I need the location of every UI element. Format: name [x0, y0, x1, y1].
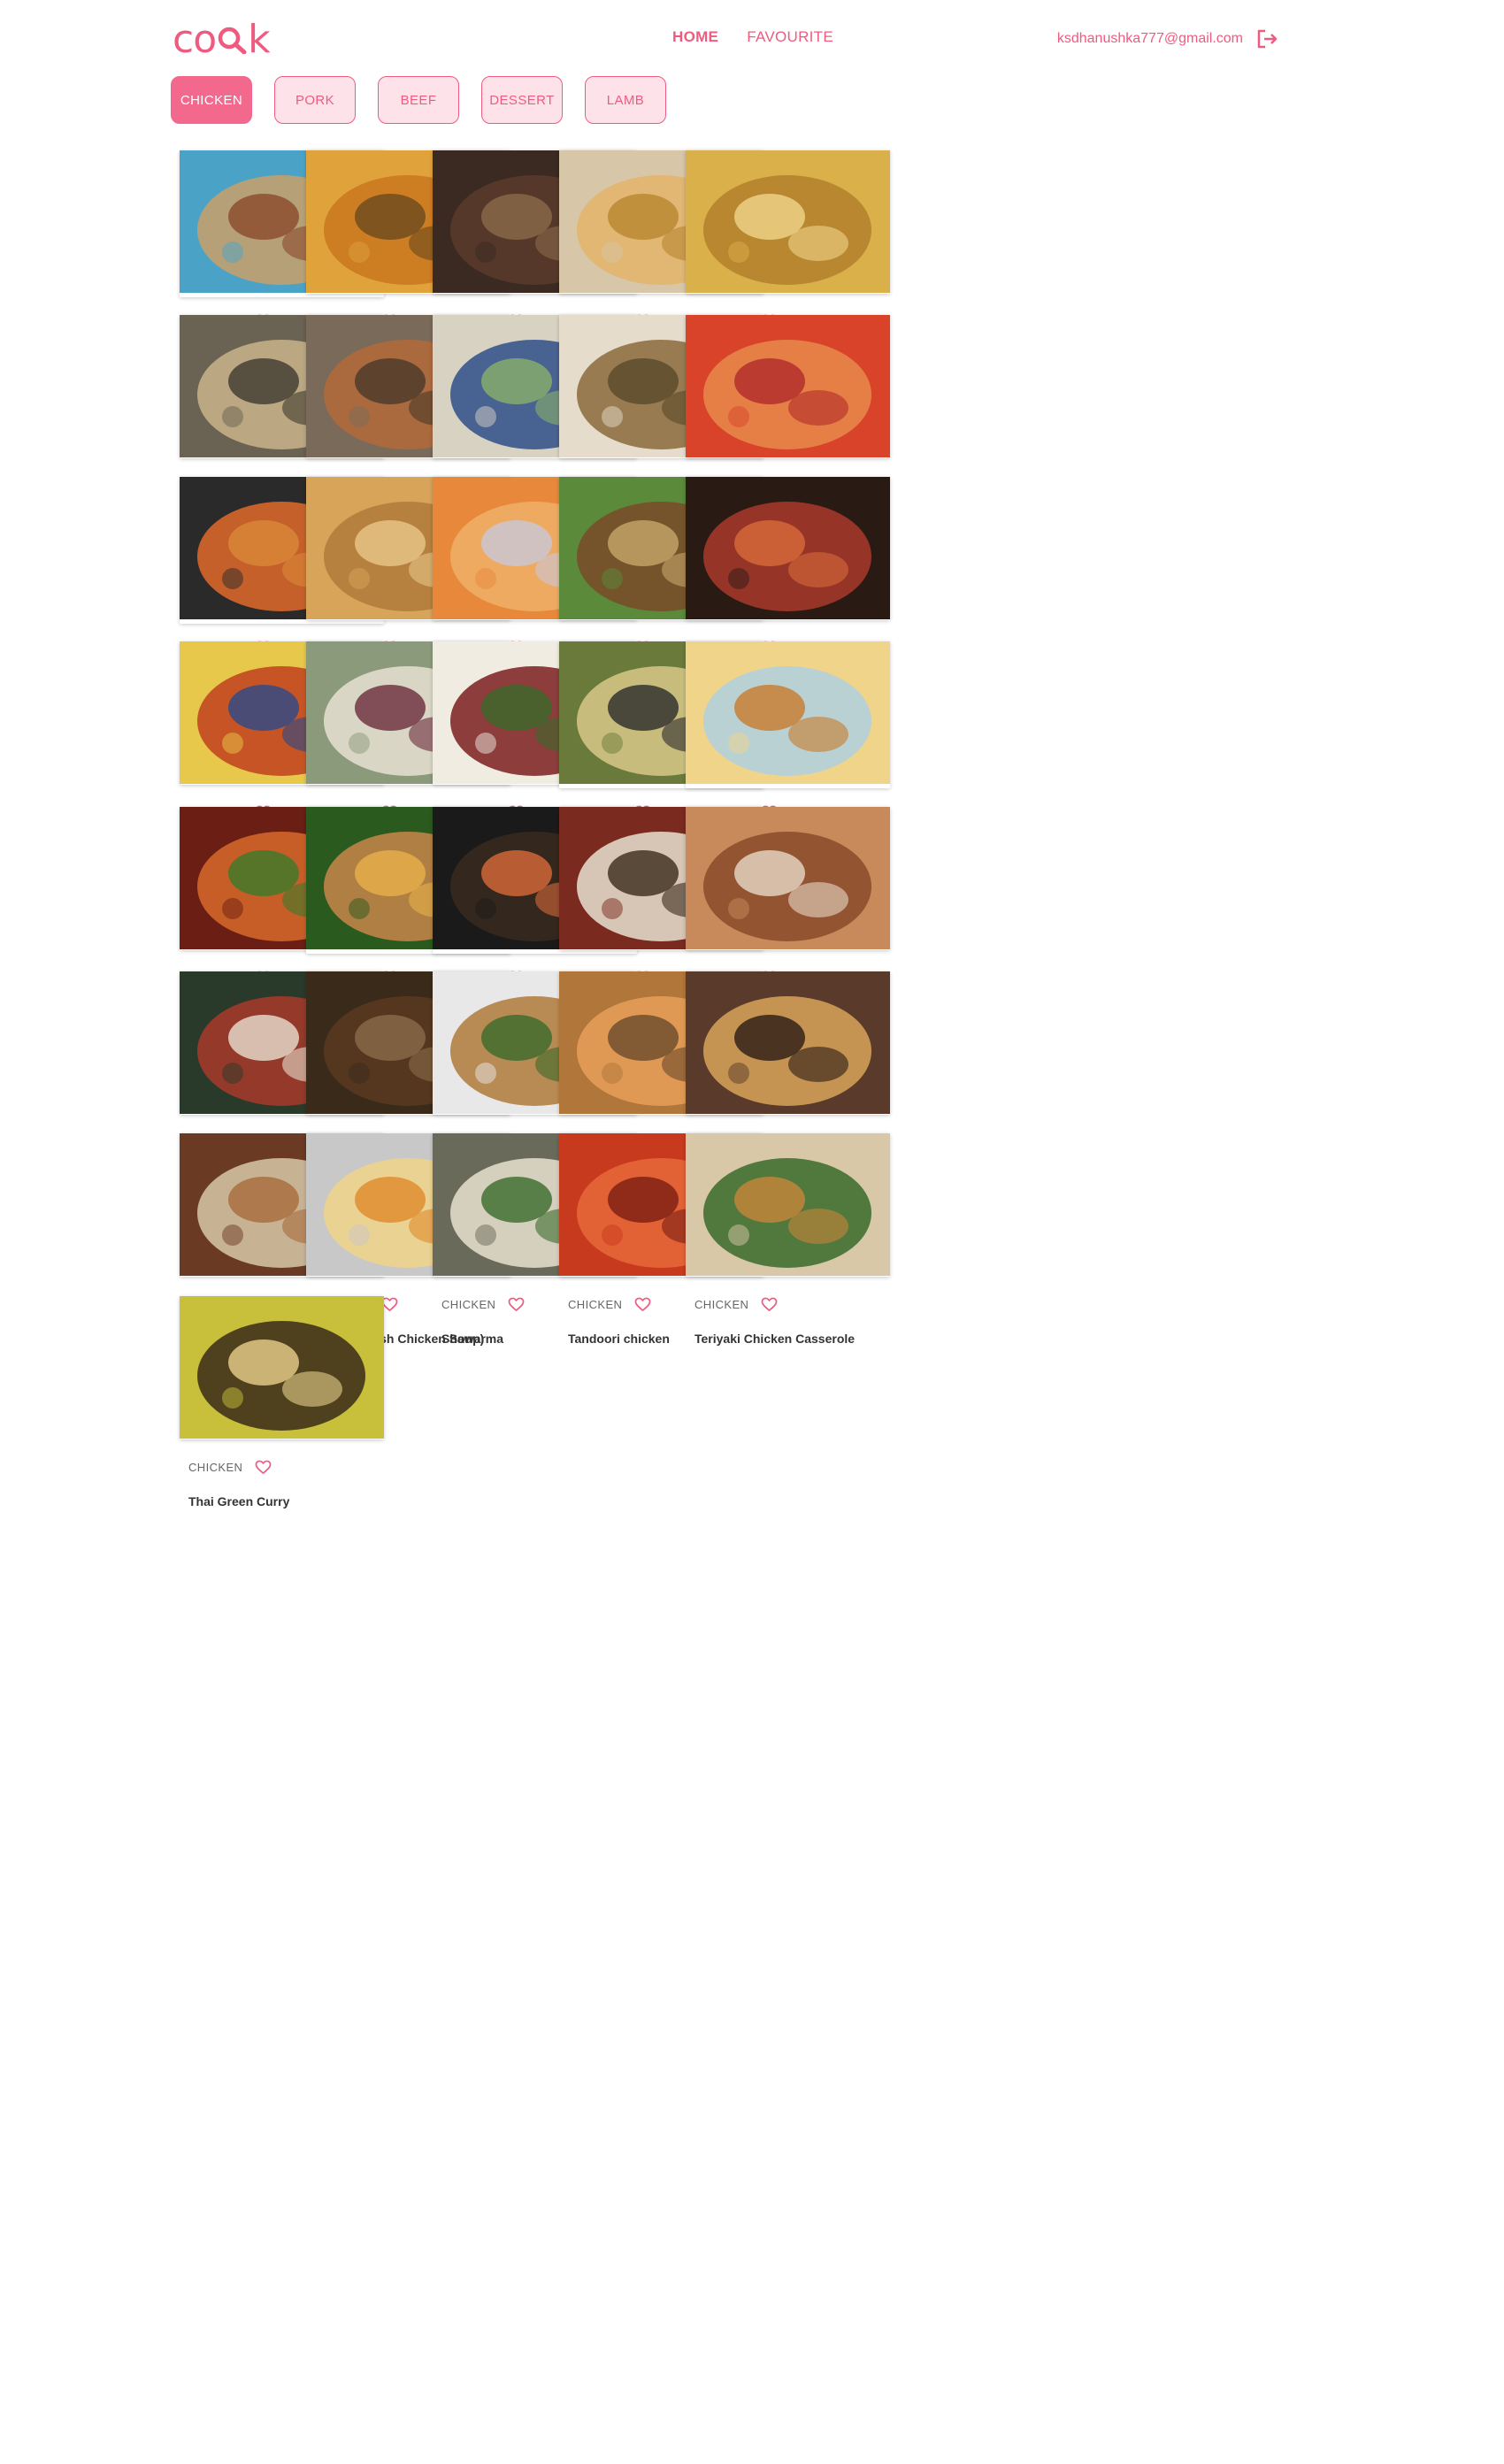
category-chip-pork[interactable]: PORK	[274, 76, 356, 124]
recipe-title[interactable]: Teriyaki Chicken Casserole	[686, 1330, 890, 1348]
recipe-image[interactable]	[686, 477, 890, 619]
recipe-image[interactable]	[686, 807, 890, 949]
recipe-title[interactable]: Thai Green Curry	[180, 1493, 384, 1511]
favourite-heart-icon[interactable]	[255, 1460, 272, 1475]
recipe-meta: CHICKEN	[180, 1460, 384, 1475]
favourite-heart-icon[interactable]	[508, 1297, 525, 1312]
recipe-card[interactable]: CHICKENPotato Gratin with Chicken	[686, 971, 890, 1184]
recipe-card[interactable]: CHICKENChicken Marengo	[686, 477, 890, 689]
recipe-card[interactable]: CHICKENFrench Onion Chicken with Roasted…	[686, 641, 890, 872]
category-chip-beef[interactable]: BEEF	[378, 76, 459, 124]
recipe-card[interactable]: CHICKENChicken & mushroom Hotpot	[686, 150, 890, 363]
magnifier-icon	[217, 24, 247, 55]
user-area: ksdhanushka777@gmail.com	[1057, 28, 1278, 50]
recipe-category: CHICKEN	[188, 1461, 243, 1474]
favourite-heart-icon[interactable]	[634, 1297, 651, 1312]
nav-favourite[interactable]: FAVOURITE	[747, 28, 833, 46]
recipe-image[interactable]	[686, 315, 890, 457]
recipe-card[interactable]: CHICKENChicken Enchilada Casserole	[686, 315, 890, 527]
category-chip-dessert[interactable]: DESSERT	[481, 76, 563, 124]
recipe-card[interactable]: CHICKEN Teriyaki Chicken Casserole	[686, 1133, 890, 1346]
main-nav: HOME FAVOURITE	[672, 28, 833, 46]
recipe-meta: CHICKEN	[686, 1297, 890, 1312]
category-filter: CHICKEN PORK BEEF DESSERT LAMB	[171, 76, 666, 124]
recipe-image[interactable]	[180, 1296, 384, 1439]
recipe-image[interactable]	[686, 641, 890, 784]
nav-home[interactable]: HOME	[672, 28, 718, 46]
logo-text: co	[173, 16, 217, 62]
app-logo[interactable]: co k	[173, 12, 271, 65]
recipe-category: CHICKEN	[694, 1298, 749, 1311]
recipe-category: CHICKEN	[441, 1298, 496, 1311]
favourite-heart-icon[interactable]	[761, 1297, 778, 1312]
category-chip-lamb[interactable]: LAMB	[585, 76, 666, 124]
recipe-card[interactable]: CHICKENKentucky Fried Chicken	[686, 807, 890, 1019]
logout-icon[interactable]	[1255, 28, 1278, 50]
recipe-image[interactable]	[686, 971, 890, 1114]
user-email: ksdhanushka777@gmail.com	[1056, 31, 1243, 46]
category-chip-chicken[interactable]: CHICKEN	[171, 76, 252, 124]
recipe-category: CHICKEN	[568, 1298, 623, 1311]
recipe-card[interactable]: CHICKEN Thai Green Curry	[180, 1296, 384, 1508]
favourite-heart-icon[interactable]	[381, 1297, 398, 1312]
recipe-image[interactable]	[686, 1133, 890, 1276]
recipe-image[interactable]	[686, 150, 890, 293]
